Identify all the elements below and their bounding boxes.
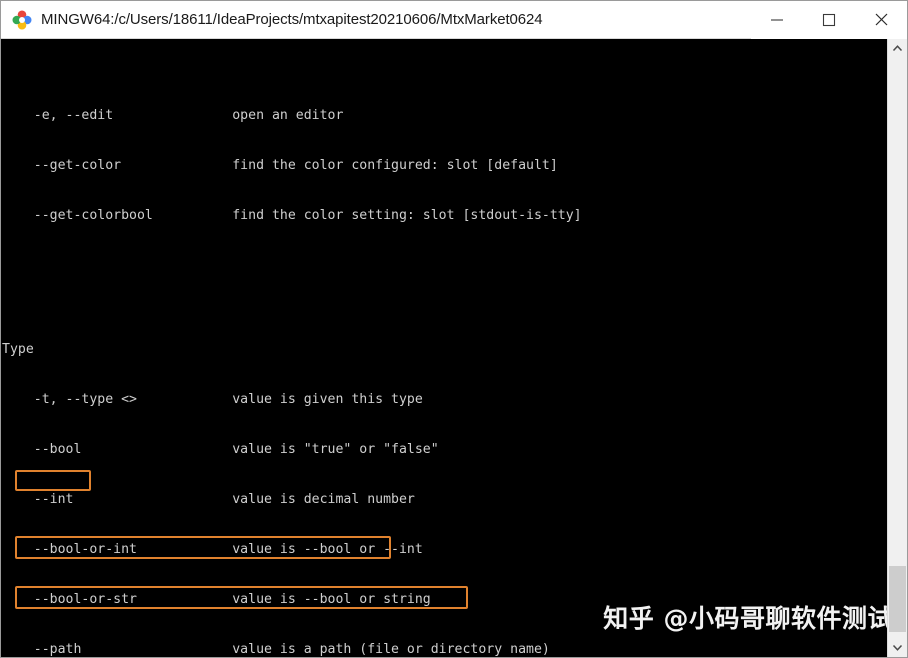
window-controls	[751, 1, 907, 39]
help-option-text: --bool-or-int value is --bool or --int	[2, 541, 423, 557]
help-section-heading-type: Type	[2, 341, 34, 357]
mintty-icon	[11, 9, 33, 31]
help-option-line: --bool value is "true" or "false"	[1, 442, 887, 459]
help-option-text: -t, --type <> value is given this type	[2, 391, 423, 407]
help-option-line: --int value is decimal number	[1, 492, 887, 509]
help-option-text: --path value is a path (file or director…	[2, 642, 550, 657]
chevron-up-icon[interactable]	[888, 39, 907, 58]
help-option-text: --get-colorbool find the color setting: …	[2, 208, 582, 223]
help-option-text: --bool value is "true" or "false"	[2, 441, 439, 457]
help-option-line: --path value is a path (file or director…	[1, 642, 887, 657]
terminal-output[interactable]: -e, --edit open an editor --get-color fi…	[1, 39, 887, 657]
help-option-line: --bool-or-int value is --bool or --int	[1, 542, 887, 559]
watermark-text: 知乎 @小码哥聊软件测试	[603, 604, 893, 633]
vertical-scrollbar[interactable]	[887, 39, 907, 657]
scrollbar-track[interactable]	[888, 58, 907, 638]
title-bar: MINGW64:/c/Users/18611/IdeaProjects/mtxa…	[1, 1, 907, 39]
help-option-line: -e, --edit open an editor	[1, 108, 887, 125]
chevron-down-icon[interactable]	[888, 638, 907, 657]
terminal-window: MINGW64:/c/Users/18611/IdeaProjects/mtxa…	[0, 0, 908, 658]
help-option-line: --get-colorbool find the color setting: …	[1, 208, 887, 225]
help-option-text: --bool-or-str value is --bool or string	[2, 592, 431, 608]
help-option-text: -e, --edit open an editor	[2, 107, 344, 123]
help-option-line: -t, --type <> value is given this type	[1, 392, 887, 409]
maximize-button[interactable]	[803, 1, 855, 39]
close-button[interactable]	[855, 1, 907, 39]
minimize-button[interactable]	[751, 1, 803, 39]
help-option-text: --int value is decimal number	[2, 491, 415, 507]
help-option-line: --get-color find the color configured: s…	[1, 158, 887, 175]
scrollbar-thumb[interactable]	[889, 566, 906, 632]
window-title: MINGW64:/c/Users/18611/IdeaProjects/mtxa…	[41, 11, 543, 28]
help-option-text: --get-color find the color configured: s…	[2, 157, 558, 173]
